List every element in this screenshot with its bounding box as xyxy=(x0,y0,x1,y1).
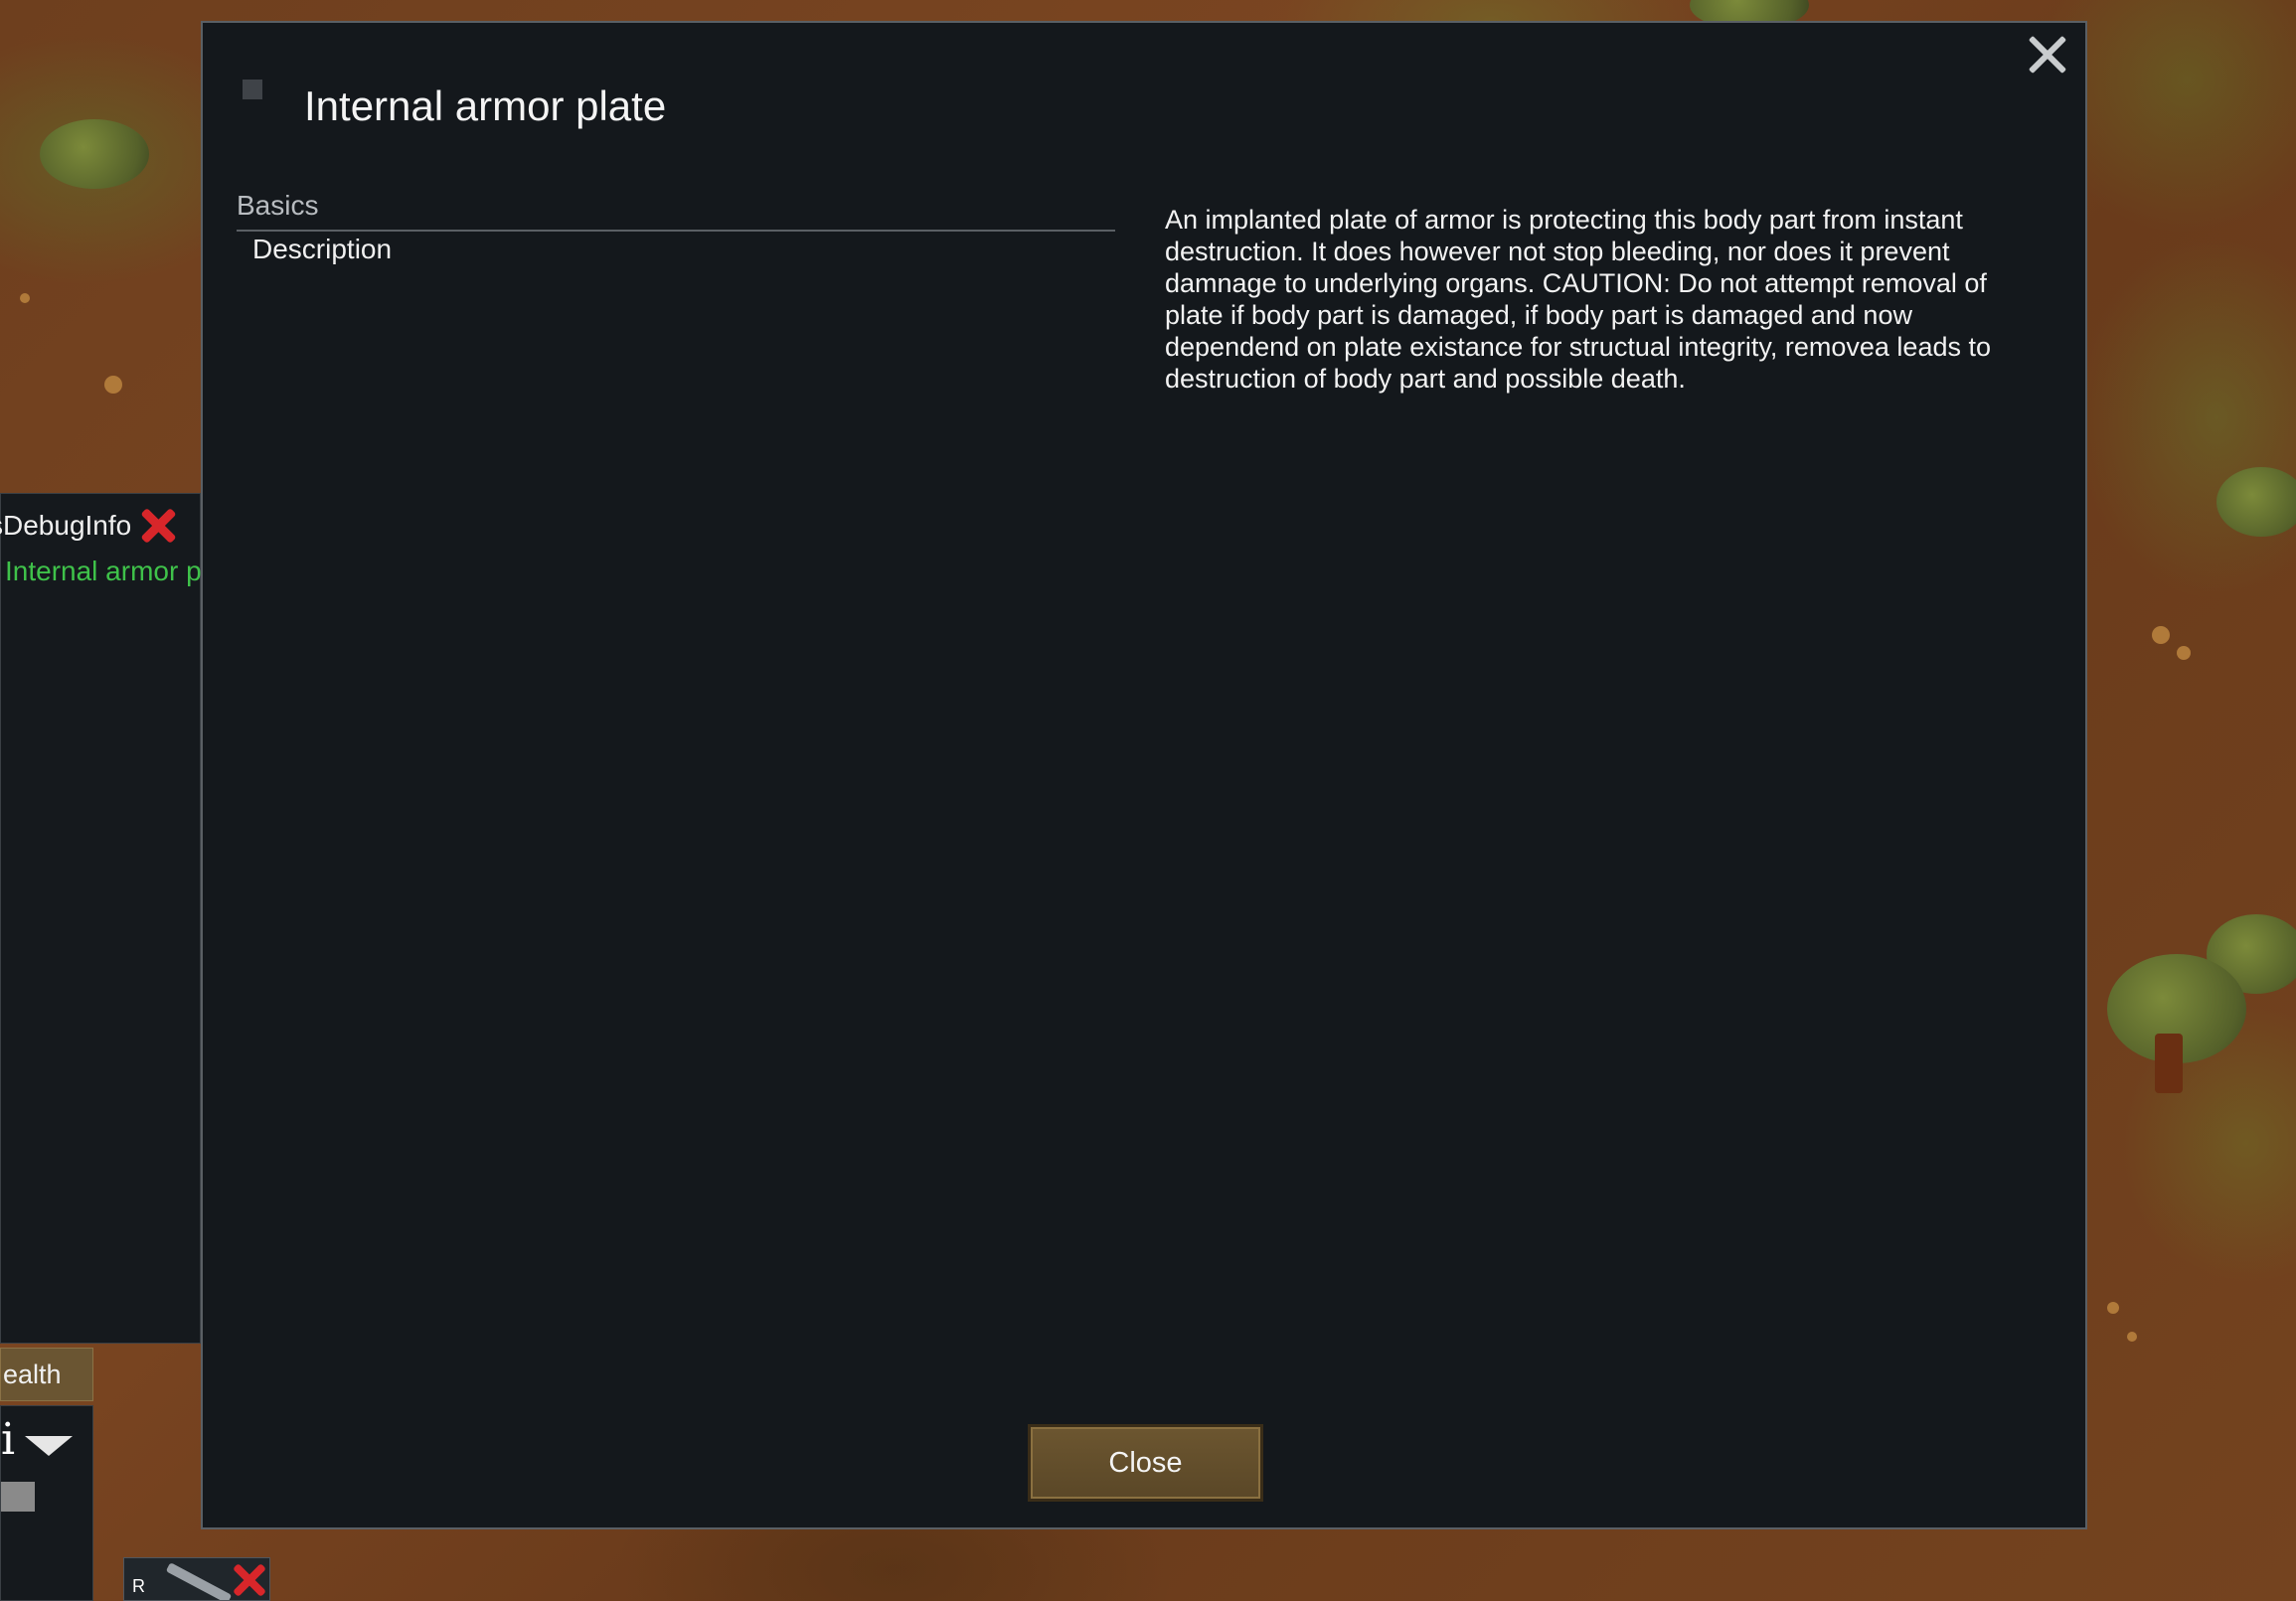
delete-icon[interactable] xyxy=(230,1560,269,1600)
tree-trunk xyxy=(2155,1034,2183,1093)
debug-info-row: sDebugInfo xyxy=(0,505,179,547)
weapon-gizmo[interactable]: R xyxy=(123,1557,270,1601)
toggle-block[interactable] xyxy=(1,1482,35,1512)
delete-icon[interactable] xyxy=(137,505,179,547)
close-button[interactable]: Close xyxy=(1028,1424,1263,1502)
chevron-down-icon[interactable] xyxy=(25,1436,73,1456)
info-dialog: Internal armor plate Basics Description … xyxy=(201,21,2087,1529)
hediff-entry[interactable]: Internal armor p xyxy=(5,556,202,587)
pebble xyxy=(2177,646,2191,660)
dialog-title: Internal armor plate xyxy=(304,82,667,129)
section-header-basics: Basics xyxy=(237,190,1115,232)
health-tab[interactable]: ealth xyxy=(0,1348,93,1401)
info-icon[interactable]: i xyxy=(1,1418,15,1462)
pebble xyxy=(2127,1332,2137,1342)
grass-patch xyxy=(2216,467,2296,537)
pebble xyxy=(2107,1302,2119,1314)
grass-patch xyxy=(40,119,149,189)
stat-entry-description[interactable]: Description xyxy=(252,234,392,265)
pebble xyxy=(20,293,30,303)
close-icon[interactable] xyxy=(2026,33,2069,77)
sword-icon xyxy=(165,1562,233,1600)
hotkey-label: R xyxy=(132,1576,145,1596)
pebble xyxy=(2152,626,2170,644)
health-inspector-panel: sDebugInfo Internal armor p xyxy=(0,493,202,1344)
thing-icon xyxy=(243,80,262,99)
health-subpanel: i xyxy=(0,1405,93,1601)
debug-info-label: sDebugInfo xyxy=(0,510,132,541)
description-text: An implanted plate of armor is protectin… xyxy=(1165,205,1992,394)
pebble xyxy=(104,376,122,394)
